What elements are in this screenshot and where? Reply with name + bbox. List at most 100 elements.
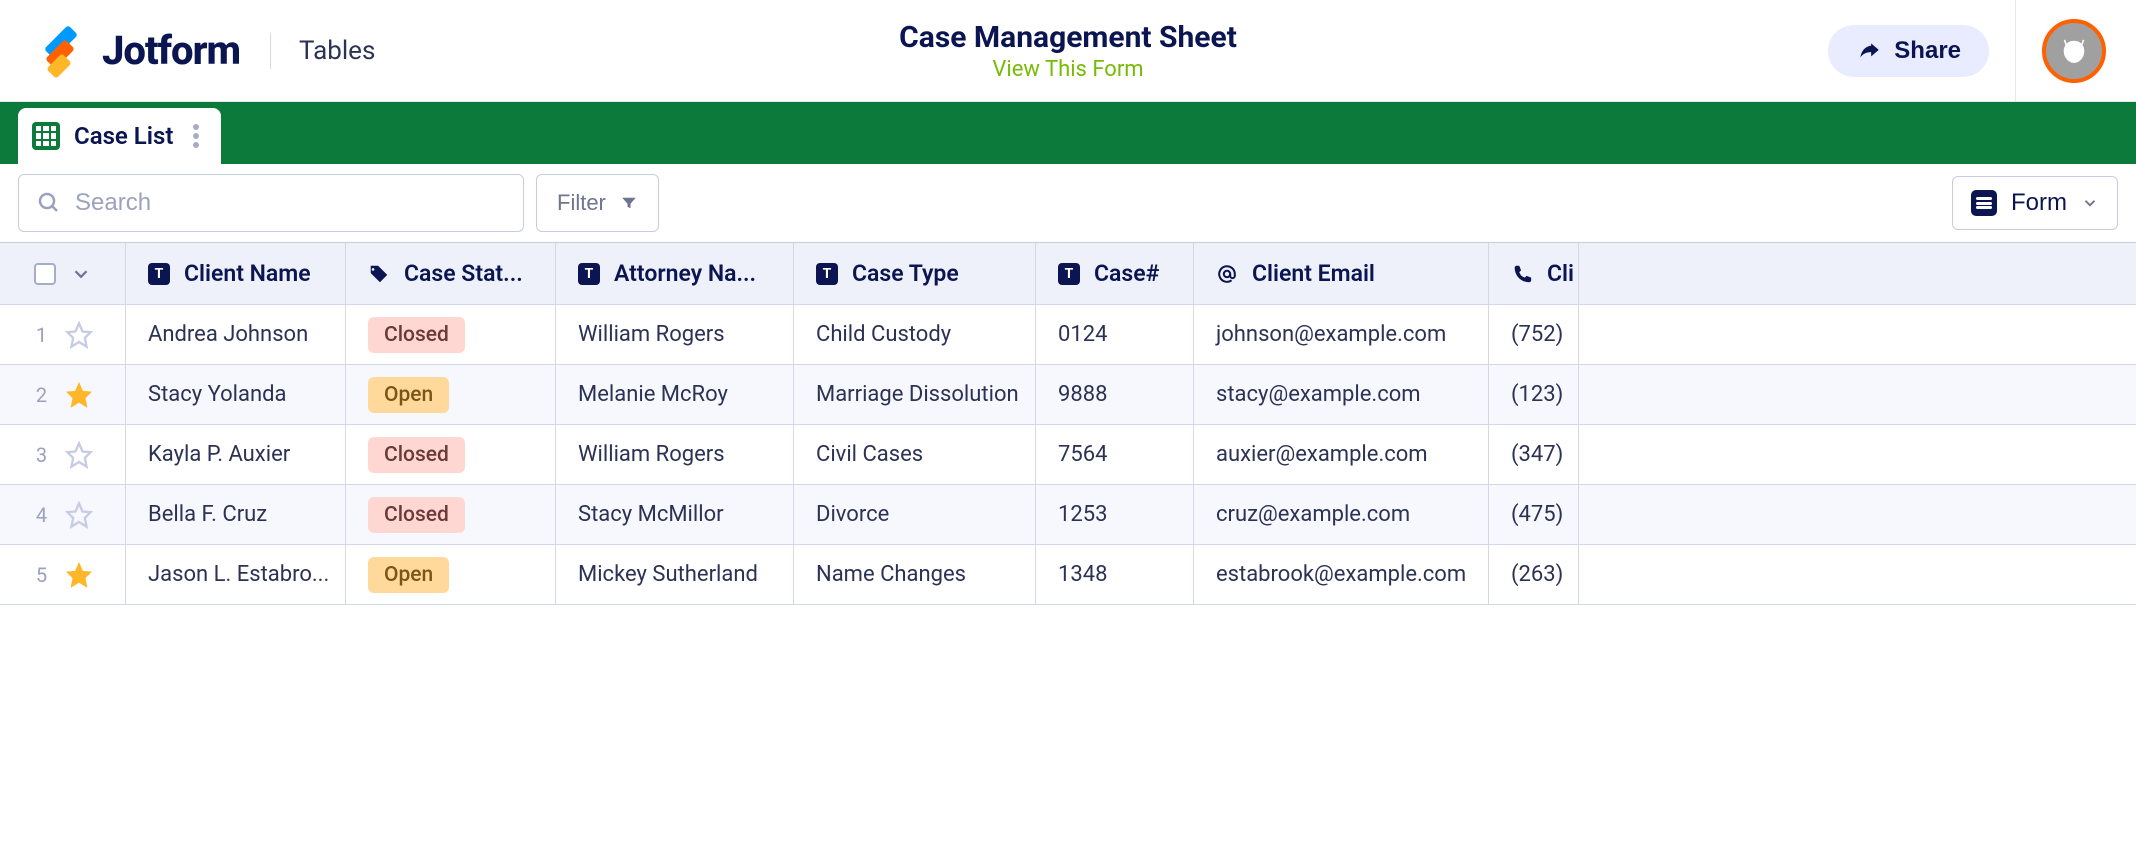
cell-case-status[interactable]: Open: [346, 545, 556, 604]
col-label: Case Type: [852, 260, 959, 287]
col-label: Case Stat...: [404, 260, 523, 287]
col-client-email[interactable]: Client Email: [1194, 243, 1489, 304]
cell-client-email[interactable]: auxier@example.com: [1194, 425, 1489, 484]
phone-icon: [1511, 263, 1533, 285]
cell-case-status[interactable]: Closed: [346, 485, 556, 544]
row-index-cell: 2: [0, 365, 126, 424]
cell-client-email[interactable]: estabrook@example.com: [1194, 545, 1489, 604]
col-client-phone[interactable]: Cli: [1489, 243, 1579, 304]
table-body: 1 Andrea Johnson Closed William Rogers C…: [0, 305, 2136, 605]
row-index-cell: 3: [0, 425, 126, 484]
col-label: Attorney Na...: [614, 260, 756, 287]
cell-attorney-name[interactable]: William Rogers: [556, 305, 794, 364]
status-badge: Closed: [368, 437, 465, 473]
cell-case-number[interactable]: 0124: [1036, 305, 1194, 364]
table-header-row: T Client Name Case Stat... T Attorney Na…: [0, 243, 2136, 305]
col-client-name[interactable]: T Client Name: [126, 243, 346, 304]
tab-label: Case List: [74, 122, 173, 150]
search-box[interactable]: [18, 174, 524, 232]
divider: [2015, 0, 2016, 102]
cell-attorney-name[interactable]: Melanie McRoy: [556, 365, 794, 424]
form-label: Form: [2011, 189, 2067, 217]
col-label: Cli: [1547, 260, 1574, 287]
table-row[interactable]: 3 Kayla P. Auxier Closed William Rogers …: [0, 425, 2136, 485]
cell-case-type[interactable]: Civil Cases: [794, 425, 1036, 484]
cell-attorney-name[interactable]: William Rogers: [556, 425, 794, 484]
row-number: 3: [33, 443, 51, 467]
row-index-cell: 1: [0, 305, 126, 364]
view-form-link[interactable]: View This Form: [992, 57, 1143, 82]
cell-case-type[interactable]: Child Custody: [794, 305, 1036, 364]
cell-case-type[interactable]: Marriage Dissolution: [794, 365, 1036, 424]
table-row[interactable]: 2 Stacy Yolanda Open Melanie McRoy Marri…: [0, 365, 2136, 425]
cell-client-name[interactable]: Andrea Johnson: [126, 305, 346, 364]
share-label: Share: [1894, 37, 1961, 65]
col-label: Case#: [1094, 260, 1159, 287]
cell-case-status[interactable]: Closed: [346, 305, 556, 364]
cell-client-name[interactable]: Stacy Yolanda: [126, 365, 346, 424]
row-number: 4: [33, 503, 51, 527]
star-toggle[interactable]: [65, 441, 93, 469]
cell-client-name[interactable]: Bella F. Cruz: [126, 485, 346, 544]
table-row[interactable]: 5 Jason L. Estabro... Open Mickey Suther…: [0, 545, 2136, 605]
col-label: Client Name: [184, 260, 311, 287]
row-index-cell: 5: [0, 545, 126, 604]
data-table: T Client Name Case Stat... T Attorney Na…: [0, 242, 2136, 844]
divider: [270, 33, 271, 69]
text-icon: T: [578, 263, 600, 285]
row-number: 2: [33, 383, 51, 407]
row-index-cell: 4: [0, 485, 126, 544]
cell-attorney-name[interactable]: Stacy McMillor: [556, 485, 794, 544]
app-header: Jotform Tables Case Management Sheet Vie…: [0, 0, 2136, 102]
filter-button[interactable]: Filter: [536, 174, 659, 232]
cell-client-phone[interactable]: (347): [1489, 425, 1579, 484]
star-toggle[interactable]: [65, 561, 93, 589]
cell-case-number[interactable]: 9888: [1036, 365, 1194, 424]
cell-case-status[interactable]: Open: [346, 365, 556, 424]
share-button[interactable]: Share: [1828, 25, 1989, 77]
tool-row: Filter Form: [0, 164, 2136, 242]
tab-menu-button[interactable]: [193, 124, 201, 148]
avatar[interactable]: [2042, 19, 2106, 83]
tab-case-list[interactable]: Case List: [18, 108, 221, 164]
search-input[interactable]: [75, 189, 505, 217]
cell-client-phone[interactable]: (475): [1489, 485, 1579, 544]
cell-client-phone[interactable]: (752): [1489, 305, 1579, 364]
logo-text: Jotform: [102, 27, 240, 74]
chevron-down-icon: [2081, 194, 2099, 212]
star-toggle[interactable]: [65, 501, 93, 529]
form-view-button[interactable]: Form: [1952, 176, 2118, 230]
star-toggle[interactable]: [65, 321, 93, 349]
table-row[interactable]: 4 Bella F. Cruz Closed Stacy McMillor Di…: [0, 485, 2136, 545]
col-case-number[interactable]: T Case#: [1036, 243, 1194, 304]
cell-client-email[interactable]: cruz@example.com: [1194, 485, 1489, 544]
section-label[interactable]: Tables: [299, 36, 375, 66]
cell-case-number[interactable]: 1348: [1036, 545, 1194, 604]
cell-client-name[interactable]: Kayla P. Auxier: [126, 425, 346, 484]
logo-block[interactable]: Jotform: [40, 27, 240, 74]
chevron-down-icon[interactable]: [70, 263, 92, 285]
select-all-checkbox[interactable]: [34, 263, 56, 285]
avatar-icon: [2055, 32, 2093, 70]
logo-icon: [40, 29, 84, 73]
cell-client-name[interactable]: Jason L. Estabro...: [126, 545, 346, 604]
cell-case-number[interactable]: 7564: [1036, 425, 1194, 484]
status-badge: Open: [368, 557, 449, 593]
cell-case-type[interactable]: Name Changes: [794, 545, 1036, 604]
cell-attorney-name[interactable]: Mickey Sutherland: [556, 545, 794, 604]
cell-client-email[interactable]: stacy@example.com: [1194, 365, 1489, 424]
cell-case-type[interactable]: Divorce: [794, 485, 1036, 544]
cell-case-status[interactable]: Closed: [346, 425, 556, 484]
text-icon: T: [1058, 263, 1080, 285]
star-toggle[interactable]: [65, 381, 93, 409]
cell-case-number[interactable]: 1253: [1036, 485, 1194, 544]
cell-client-email[interactable]: johnson@example.com: [1194, 305, 1489, 364]
col-case-type[interactable]: T Case Type: [794, 243, 1036, 304]
page-title: Case Management Sheet: [899, 20, 1237, 55]
cell-client-phone[interactable]: (263): [1489, 545, 1579, 604]
col-attorney-name[interactable]: T Attorney Na...: [556, 243, 794, 304]
col-case-status[interactable]: Case Stat...: [346, 243, 556, 304]
cell-client-phone[interactable]: (123): [1489, 365, 1579, 424]
table-row[interactable]: 1 Andrea Johnson Closed William Rogers C…: [0, 305, 2136, 365]
row-number: 1: [33, 323, 51, 347]
